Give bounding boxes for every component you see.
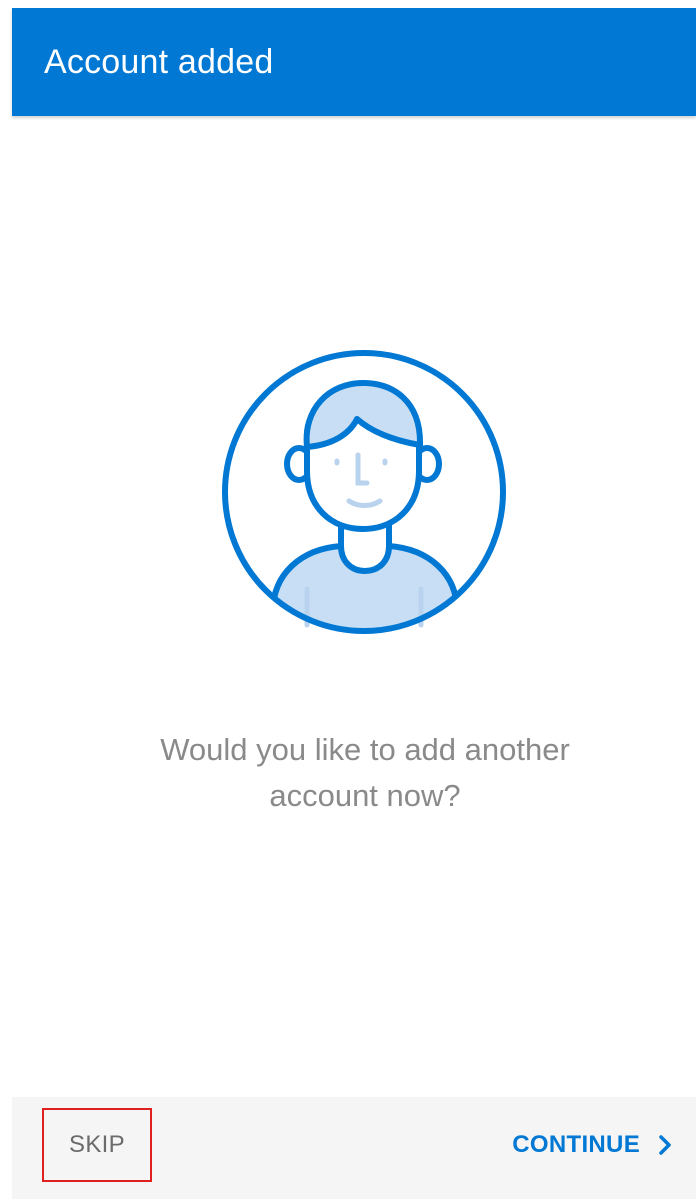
account-added-screen: Account added Would you like to add anot…	[0, 0, 696, 1199]
person-avatar-icon	[221, 349, 509, 637]
skip-label: SKIP	[69, 1131, 125, 1158]
bottom-action-bar: SKIP CONTINUE	[12, 1097, 696, 1199]
continue-label: CONTINUE	[512, 1131, 640, 1158]
prompt-line-1: Would you like to add another	[160, 732, 570, 767]
add-account-prompt: Would you like to add another account no…	[40, 727, 690, 819]
chevron-right-icon	[654, 1134, 676, 1156]
prompt-line-2: account now?	[269, 778, 461, 813]
skip-button[interactable]: SKIP	[42, 1108, 152, 1182]
page-title: Account added	[44, 43, 274, 81]
continue-button[interactable]: CONTINUE	[512, 1119, 676, 1171]
app-bar: Account added	[12, 8, 696, 116]
